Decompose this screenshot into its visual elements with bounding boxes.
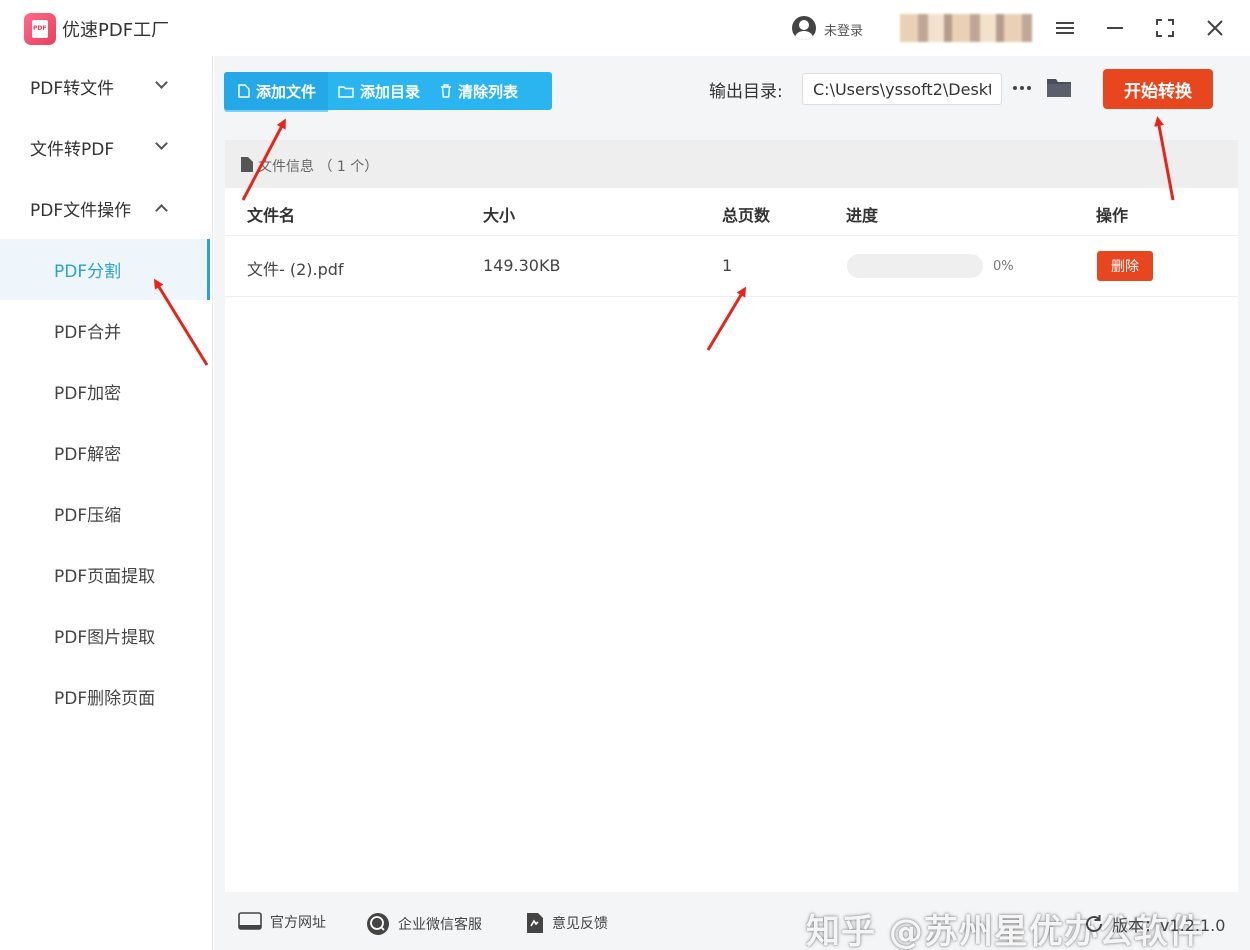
output-dir-input[interactable] bbox=[802, 73, 1002, 105]
sidebar-group-label: 文件转PDF bbox=[30, 140, 115, 160]
sidebar-group-label: PDF文件操作 bbox=[30, 201, 132, 221]
chat-icon bbox=[367, 913, 389, 935]
sidebar-group-pdf-operations[interactable]: PDF文件操作 bbox=[0, 178, 210, 239]
add-file-label: 添加文件 bbox=[256, 82, 317, 101]
sidebar-item-label: PDF图片提取 bbox=[54, 628, 156, 648]
sidebar: PDF转文件 文件转PDF PDF文件操作 PDF分割 PDF合并 PDF加密 … bbox=[0, 56, 213, 950]
sidebar-item-pdf-image-extract[interactable]: PDF图片提取 bbox=[0, 605, 210, 666]
user-login-label[interactable]: 未登录 bbox=[824, 20, 863, 39]
clear-list-button[interactable]: 清除列表 bbox=[430, 72, 528, 110]
user-avatar-icon[interactable] bbox=[792, 16, 816, 40]
sidebar-item-label: PDF合并 bbox=[54, 323, 122, 343]
refresh-icon bbox=[1086, 915, 1102, 932]
version-info[interactable]: 版本：v1.2.1.0 bbox=[1084, 912, 1225, 936]
sidebar-group-label: PDF转文件 bbox=[30, 79, 115, 99]
delete-button[interactable]: 删除 bbox=[1097, 251, 1153, 281]
main-area: 添加文件 添加目录 清除列表 输出目录: 开始转换 文件信息 （ 1 个） 文件… bbox=[214, 56, 1250, 950]
file-list-panel: 文件信息 （ 1 个） 文件名 大小 总页数 进度 操作 文件- (2).pdf… bbox=[225, 140, 1238, 930]
file-info-title: 文件信息 （ 1 个） bbox=[258, 159, 379, 175]
sidebar-item-label: PDF页面提取 bbox=[54, 567, 156, 587]
more-options-icon[interactable] bbox=[1010, 74, 1034, 102]
file-name-cell: 文件- (2).pdf bbox=[247, 260, 344, 279]
trash-icon bbox=[441, 84, 452, 98]
sidebar-item-pdf-compress[interactable]: PDF压缩 bbox=[0, 483, 210, 544]
page-count-cell: 1 bbox=[722, 256, 733, 275]
blurred-account-info bbox=[900, 14, 1032, 42]
sidebar-group-file-to-pdf[interactable]: 文件转PDF bbox=[0, 117, 210, 178]
feedback-label: 意见反馈 bbox=[552, 916, 608, 932]
divider bbox=[225, 296, 1238, 297]
feedback-link[interactable]: 意见反馈 bbox=[526, 912, 608, 934]
minimize-icon[interactable] bbox=[1099, 12, 1131, 44]
sidebar-item-label: PDF删除页面 bbox=[54, 689, 156, 709]
file-icon bbox=[238, 84, 250, 98]
sidebar-item-pdf-encrypt[interactable]: PDF加密 bbox=[0, 361, 210, 422]
menu-icon[interactable] bbox=[1049, 12, 1081, 44]
official-website-link[interactable]: 官方网址 bbox=[238, 912, 326, 932]
document-icon bbox=[241, 157, 253, 172]
sidebar-item-pdf-merge[interactable]: PDF合并 bbox=[0, 300, 210, 361]
chevron-down-icon bbox=[155, 76, 168, 89]
sidebar-item-label: PDF解密 bbox=[54, 445, 122, 465]
clear-list-label: 清除列表 bbox=[458, 82, 519, 101]
file-toolbar: 添加文件 添加目录 清除列表 bbox=[224, 72, 552, 110]
sidebar-item-label: PDF压缩 bbox=[54, 506, 122, 526]
start-conversion-button[interactable]: 开始转换 bbox=[1103, 69, 1213, 109]
footer: 官方网址 企业微信客服 意见反馈 知乎 @苏州星优办公软件 版本：v1.2.1.… bbox=[214, 892, 1250, 950]
chevron-down-icon bbox=[155, 137, 168, 150]
official-website-label: 官方网址 bbox=[270, 915, 326, 931]
version-label: 版本：v1.2.1.0 bbox=[1112, 916, 1226, 935]
feedback-icon bbox=[527, 913, 543, 933]
sidebar-item-pdf-delete-pages[interactable]: PDF删除页面 bbox=[0, 666, 210, 727]
add-directory-button[interactable]: 添加目录 bbox=[328, 72, 430, 110]
maximize-icon[interactable] bbox=[1149, 12, 1181, 44]
folder-outline-icon bbox=[338, 85, 354, 98]
sidebar-item-pdf-page-extract[interactable]: PDF页面提取 bbox=[0, 544, 210, 605]
website-icon bbox=[238, 912, 262, 930]
column-header-action: 操作 bbox=[1096, 206, 1129, 225]
app-logo: PDF bbox=[24, 13, 56, 45]
sidebar-item-pdf-split[interactable]: PDF分割 bbox=[0, 239, 210, 300]
file-size-cell: 149.30KB bbox=[483, 256, 561, 275]
close-icon[interactable] bbox=[1199, 12, 1231, 44]
sidebar-item-pdf-decrypt[interactable]: PDF解密 bbox=[0, 422, 210, 483]
divider bbox=[225, 235, 1238, 236]
add-directory-label: 添加目录 bbox=[360, 82, 421, 101]
wechat-service-label: 企业微信客服 bbox=[398, 917, 482, 933]
sidebar-item-label: PDF分割 bbox=[54, 262, 122, 282]
chevron-up-icon bbox=[155, 204, 168, 217]
output-dir-label: 输出目录: bbox=[709, 82, 783, 102]
wechat-service-link[interactable]: 企业微信客服 bbox=[366, 912, 482, 936]
file-info-header: 文件信息 （ 1 个） bbox=[225, 140, 1238, 188]
progress-bar bbox=[847, 254, 983, 278]
column-header-pages: 总页数 bbox=[722, 206, 771, 225]
column-header-filename: 文件名 bbox=[247, 206, 296, 225]
progress-text: 0% bbox=[993, 259, 1014, 274]
folder-icon[interactable] bbox=[1046, 76, 1072, 102]
column-header-size: 大小 bbox=[483, 206, 516, 225]
title-bar: PDF 优速PDF工厂 未登录 bbox=[0, 0, 1250, 56]
column-header-progress: 进度 bbox=[846, 206, 879, 225]
add-file-button[interactable]: 添加文件 bbox=[224, 72, 329, 110]
sidebar-group-pdf-to-file[interactable]: PDF转文件 bbox=[0, 56, 210, 117]
sidebar-item-label: PDF加密 bbox=[54, 384, 122, 404]
app-title: 优速PDF工厂 bbox=[62, 20, 170, 41]
